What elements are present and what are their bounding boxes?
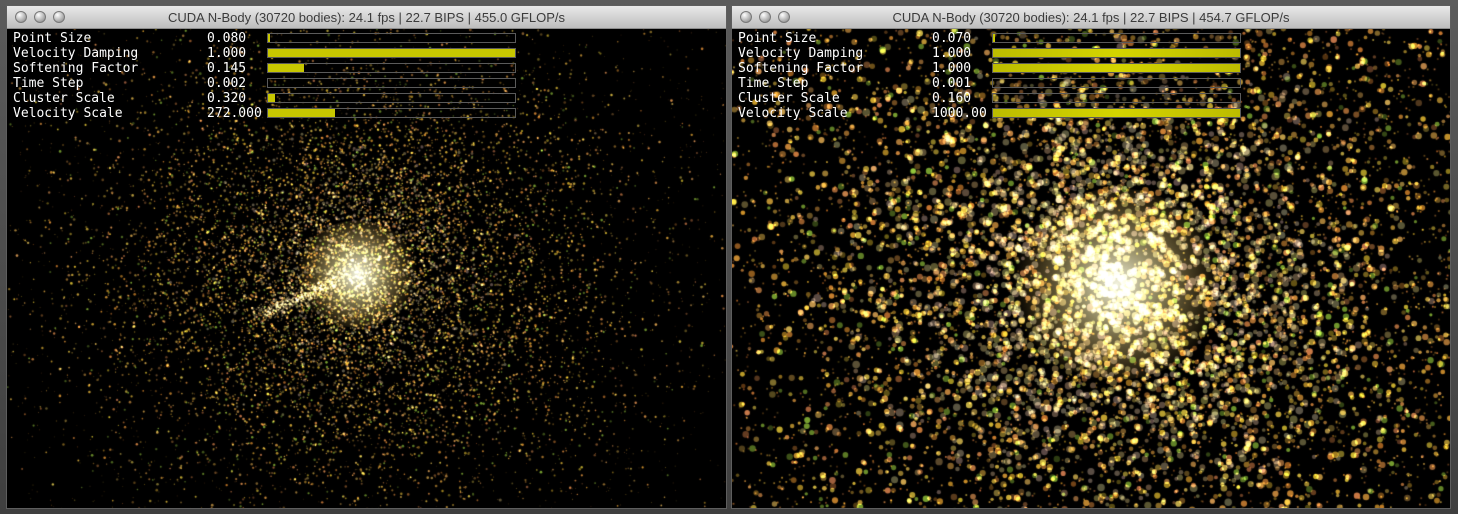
softening-factor-slider[interactable]	[267, 63, 516, 73]
param-row-velocity-damping: Velocity Damping 1.000	[13, 46, 533, 61]
slider-fill	[268, 94, 276, 102]
param-label: Point Size	[13, 31, 92, 46]
param-row-softening-factor: Softening Factor 0.145	[13, 61, 533, 76]
param-value: 0.320	[207, 91, 247, 106]
param-value: 0.160	[932, 91, 972, 106]
window-titlebar[interactable]: CUDA N-Body (30720 bodies): 24.1 fps | 2…	[7, 6, 726, 29]
param-row-point-size: Point Size 0.070	[738, 31, 1258, 46]
param-row-velocity-scale: Velocity Scale 1000.00	[738, 106, 1258, 121]
time-step-slider[interactable]	[992, 78, 1241, 88]
slider-fill	[993, 34, 996, 42]
param-value: 0.002	[207, 76, 247, 91]
param-value: 1000.00	[932, 106, 987, 121]
param-row-time-step: Time Step 0.002	[13, 76, 533, 91]
parameter-panel: Point Size 0.080 Velocity Damping 1.000 …	[13, 31, 533, 121]
velocity-scale-slider[interactable]	[992, 108, 1241, 118]
param-label: Cluster Scale	[13, 91, 115, 106]
param-value: 272.000	[207, 106, 262, 121]
param-label: Velocity Scale	[738, 106, 848, 121]
param-row-point-size: Point Size 0.080	[13, 31, 533, 46]
window-titlebar[interactable]: CUDA N-Body (30720 bodies): 24.1 fps | 2…	[732, 6, 1450, 29]
slider-fill	[993, 109, 1240, 117]
param-value: 1.000	[932, 46, 972, 61]
slider-fill	[268, 64, 304, 72]
simulation-viewport[interactable]: Point Size 0.070 Velocity Damping 1.000 …	[732, 29, 1450, 508]
velocity-damping-slider[interactable]	[992, 48, 1241, 58]
param-row-velocity-scale: Velocity Scale 272.000	[13, 106, 533, 121]
window-title: CUDA N-Body (30720 bodies): 24.1 fps | 2…	[168, 10, 565, 25]
nbody-window-left[interactable]: CUDA N-Body (30720 bodies): 24.1 fps | 2…	[6, 5, 727, 509]
velocity-scale-slider[interactable]	[267, 108, 516, 118]
slider-fill	[993, 64, 1240, 72]
param-label: Time Step	[738, 76, 809, 91]
slider-fill	[268, 109, 336, 117]
softening-factor-slider[interactable]	[992, 63, 1241, 73]
param-label: Time Step	[13, 76, 84, 91]
param-value: 0.145	[207, 61, 247, 76]
slider-fill	[268, 34, 271, 42]
param-row-softening-factor: Softening Factor 1.000	[738, 61, 1258, 76]
param-row-cluster-scale: Cluster Scale 0.320	[13, 91, 533, 106]
point-size-slider[interactable]	[992, 33, 1241, 43]
time-step-slider[interactable]	[267, 78, 516, 88]
param-label: Point Size	[738, 31, 817, 46]
parameter-panel: Point Size 0.070 Velocity Damping 1.000 …	[738, 31, 1258, 121]
slider-fill	[993, 49, 1240, 57]
velocity-damping-slider[interactable]	[267, 48, 516, 58]
cluster-scale-slider[interactable]	[992, 93, 1241, 103]
param-label: Velocity Damping	[13, 46, 139, 61]
param-value: 0.080	[207, 31, 247, 46]
param-value: 1.000	[207, 46, 247, 61]
cluster-scale-slider[interactable]	[267, 93, 516, 103]
param-label: Softening Factor	[13, 61, 139, 76]
param-label: Velocity Scale	[13, 106, 123, 121]
point-size-slider[interactable]	[267, 33, 516, 43]
param-value: 0.001	[932, 76, 972, 91]
window-title: CUDA N-Body (30720 bodies): 24.1 fps | 2…	[892, 10, 1290, 25]
param-row-velocity-damping: Velocity Damping 1.000	[738, 46, 1258, 61]
param-row-cluster-scale: Cluster Scale 0.160	[738, 91, 1258, 106]
param-label: Cluster Scale	[738, 91, 840, 106]
param-value: 1.000	[932, 61, 972, 76]
simulation-viewport[interactable]: Point Size 0.080 Velocity Damping 1.000 …	[7, 29, 726, 508]
param-label: Softening Factor	[738, 61, 864, 76]
param-label: Velocity Damping	[738, 46, 864, 61]
nbody-window-right[interactable]: CUDA N-Body (30720 bodies): 24.1 fps | 2…	[731, 5, 1451, 509]
slider-fill	[268, 49, 515, 57]
param-row-time-step: Time Step 0.001	[738, 76, 1258, 91]
param-value: 0.070	[932, 31, 972, 46]
